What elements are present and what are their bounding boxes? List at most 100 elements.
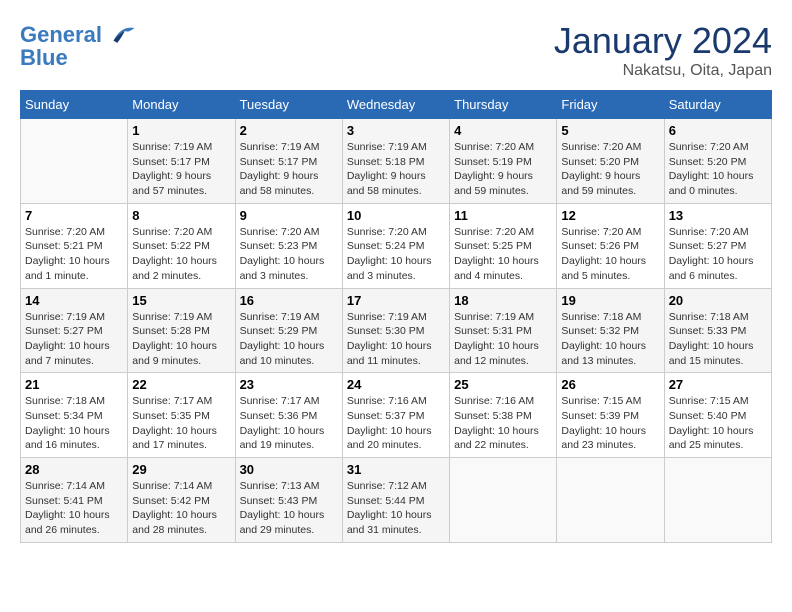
calendar-day-cell: 9 Sunrise: 7:20 AMSunset: 5:23 PMDaylight…: [235, 203, 342, 288]
calendar-week-row: 21Sunrise: 7:18 AMSunset: 5:34 PMDayligh…: [21, 373, 772, 458]
day-info: Sunrise: 7:16 AMSunset: 5:37 PMDaylight:…: [347, 394, 445, 453]
day-number: 13: [669, 208, 767, 223]
calendar-day-cell: 27 Sunrise: 7:15 AMSunset: 5:40 PMDayligh…: [664, 373, 771, 458]
calendar-week-row: 1 Sunrise: 7:19 AMSunset: 5:17 PMDaylight…: [21, 119, 772, 204]
weekday-header: Thursday: [450, 91, 557, 119]
subtitle: Nakatsu, Oita, Japan: [554, 62, 772, 80]
calendar-day-cell: 20 Sunrise: 7:18 AMSunset: 5:33 PMDayligh…: [664, 288, 771, 373]
calendar-day-cell: 29 Sunrise: 7:14 AMSunset: 5:42 PMDayligh…: [128, 458, 235, 543]
weekday-header: Sunday: [21, 91, 128, 119]
day-number: 19: [561, 293, 659, 308]
calendar-day-cell: [21, 119, 128, 204]
day-number: 14: [25, 293, 123, 308]
calendar-day-cell: 31Sunrise: 7:12 AMSunset: 5:44 PMDayligh…: [342, 458, 449, 543]
day-info: Sunrise: 7:19 AMSunset: 5:27 PMDaylight:…: [25, 310, 123, 369]
day-info: Sunrise: 7:19 AMSunset: 5:30 PMDaylight:…: [347, 310, 445, 369]
calendar-day-cell: 6 Sunrise: 7:20 AMSunset: 5:20 PMDaylight…: [664, 119, 771, 204]
day-info: Sunrise: 7:17 AMSunset: 5:35 PMDaylight:…: [132, 394, 230, 453]
calendar-table: SundayMondayTuesdayWednesdayThursdayFrid…: [20, 90, 772, 543]
calendar-day-cell: 12 Sunrise: 7:20 AMSunset: 5:26 PMDayligh…: [557, 203, 664, 288]
calendar-day-cell: 5 Sunrise: 7:20 AMSunset: 5:20 PMDaylight…: [557, 119, 664, 204]
calendar-day-cell: 13Sunrise: 7:20 AMSunset: 5:27 PMDayligh…: [664, 203, 771, 288]
calendar-day-cell: [664, 458, 771, 543]
day-number: 16: [240, 293, 338, 308]
day-number: 31: [347, 462, 445, 477]
calendar-day-cell: 28Sunrise: 7:14 AMSunset: 5:41 PMDayligh…: [21, 458, 128, 543]
day-number: 30: [240, 462, 338, 477]
day-info: Sunrise: 7:18 AMSunset: 5:32 PMDaylight:…: [561, 310, 659, 369]
day-number: 26: [561, 377, 659, 392]
day-number: 8: [132, 208, 230, 223]
day-number: 6: [669, 123, 767, 138]
day-number: 15: [132, 293, 230, 308]
day-number: 1: [132, 123, 230, 138]
calendar-day-cell: 2Sunrise: 7:19 AMSunset: 5:17 PMDaylight…: [235, 119, 342, 204]
title-area: January 2024 Nakatsu, Oita, Japan: [554, 20, 772, 80]
day-info: Sunrise: 7:19 AMSunset: 5:18 PMDaylight:…: [347, 140, 445, 199]
calendar-header-row: SundayMondayTuesdayWednesdayThursdayFrid…: [21, 91, 772, 119]
day-info: Sunrise: 7:20 AMSunset: 5:21 PMDaylight:…: [25, 225, 123, 284]
calendar-day-cell: 10 Sunrise: 7:20 AMSunset: 5:24 PMDayligh…: [342, 203, 449, 288]
calendar-day-cell: 23Sunrise: 7:17 AMSunset: 5:36 PMDayligh…: [235, 373, 342, 458]
calendar-day-cell: [450, 458, 557, 543]
day-number: 22: [132, 377, 230, 392]
day-number: 9: [240, 208, 338, 223]
logo: General Blue: [20, 20, 136, 70]
weekday-header: Tuesday: [235, 91, 342, 119]
calendar-day-cell: 8 Sunrise: 7:20 AMSunset: 5:22 PMDaylight…: [128, 203, 235, 288]
day-number: 20: [669, 293, 767, 308]
day-info: Sunrise: 7:19 AMSunset: 5:31 PMDaylight:…: [454, 310, 552, 369]
calendar-day-cell: 24 Sunrise: 7:16 AMSunset: 5:37 PMDayligh…: [342, 373, 449, 458]
month-title: January 2024: [554, 20, 772, 62]
day-info: Sunrise: 7:15 AMSunset: 5:40 PMDaylight:…: [669, 394, 767, 453]
page-header: General Blue January 2024 Nakatsu, Oita,…: [20, 20, 772, 80]
day-number: 5: [561, 123, 659, 138]
calendar-week-row: 28Sunrise: 7:14 AMSunset: 5:41 PMDayligh…: [21, 458, 772, 543]
calendar-week-row: 14 Sunrise: 7:19 AMSunset: 5:27 PMDayligh…: [21, 288, 772, 373]
day-info: Sunrise: 7:20 AMSunset: 5:26 PMDaylight:…: [561, 225, 659, 284]
calendar-body: 1 Sunrise: 7:19 AMSunset: 5:17 PMDaylight…: [21, 119, 772, 543]
day-info: Sunrise: 7:20 AMSunset: 5:25 PMDaylight:…: [454, 225, 552, 284]
day-info: Sunrise: 7:19 AMSunset: 5:29 PMDaylight:…: [240, 310, 338, 369]
calendar-day-cell: 22 Sunrise: 7:17 AMSunset: 5:35 PMDayligh…: [128, 373, 235, 458]
calendar-day-cell: 19 Sunrise: 7:18 AMSunset: 5:32 PMDayligh…: [557, 288, 664, 373]
day-number: 18: [454, 293, 552, 308]
logo-bird-icon: [106, 20, 136, 50]
calendar-day-cell: 16 Sunrise: 7:19 AMSunset: 5:29 PMDayligh…: [235, 288, 342, 373]
day-info: Sunrise: 7:19 AMSunset: 5:17 PMDaylight:…: [240, 140, 338, 199]
day-info: Sunrise: 7:20 AMSunset: 5:22 PMDaylight:…: [132, 225, 230, 284]
day-number: 3: [347, 123, 445, 138]
day-number: 29: [132, 462, 230, 477]
day-info: Sunrise: 7:13 AMSunset: 5:43 PMDaylight:…: [240, 479, 338, 538]
day-info: Sunrise: 7:20 AMSunset: 5:24 PMDaylight:…: [347, 225, 445, 284]
day-number: 10: [347, 208, 445, 223]
day-number: 7: [25, 208, 123, 223]
day-info: Sunrise: 7:19 AMSunset: 5:17 PMDaylight:…: [132, 140, 230, 199]
day-number: 4: [454, 123, 552, 138]
weekday-header: Wednesday: [342, 91, 449, 119]
calendar-day-cell: 25Sunrise: 7:16 AMSunset: 5:38 PMDayligh…: [450, 373, 557, 458]
day-number: 28: [25, 462, 123, 477]
calendar-day-cell: 14 Sunrise: 7:19 AMSunset: 5:27 PMDayligh…: [21, 288, 128, 373]
calendar-day-cell: 7 Sunrise: 7:20 AMSunset: 5:21 PMDaylight…: [21, 203, 128, 288]
calendar-day-cell: 1 Sunrise: 7:19 AMSunset: 5:17 PMDaylight…: [128, 119, 235, 204]
day-number: 27: [669, 377, 767, 392]
day-info: Sunrise: 7:20 AMSunset: 5:23 PMDaylight:…: [240, 225, 338, 284]
weekday-header: Monday: [128, 91, 235, 119]
calendar-day-cell: 3 Sunrise: 7:19 AMSunset: 5:18 PMDaylight…: [342, 119, 449, 204]
day-number: 25: [454, 377, 552, 392]
day-number: 21: [25, 377, 123, 392]
day-info: Sunrise: 7:15 AMSunset: 5:39 PMDaylight:…: [561, 394, 659, 453]
day-number: 17: [347, 293, 445, 308]
day-info: Sunrise: 7:19 AMSunset: 5:28 PMDaylight:…: [132, 310, 230, 369]
calendar-day-cell: 4Sunrise: 7:20 AMSunset: 5:19 PMDaylight…: [450, 119, 557, 204]
day-info: Sunrise: 7:18 AMSunset: 5:33 PMDaylight:…: [669, 310, 767, 369]
day-number: 24: [347, 377, 445, 392]
day-number: 12: [561, 208, 659, 223]
calendar-day-cell: [557, 458, 664, 543]
calendar-day-cell: 18 Sunrise: 7:19 AMSunset: 5:31 PMDayligh…: [450, 288, 557, 373]
day-info: Sunrise: 7:14 AMSunset: 5:42 PMDaylight:…: [132, 479, 230, 538]
day-info: Sunrise: 7:20 AMSunset: 5:20 PMDaylight:…: [561, 140, 659, 199]
day-info: Sunrise: 7:20 AMSunset: 5:20 PMDaylight:…: [669, 140, 767, 199]
day-number: 23: [240, 377, 338, 392]
